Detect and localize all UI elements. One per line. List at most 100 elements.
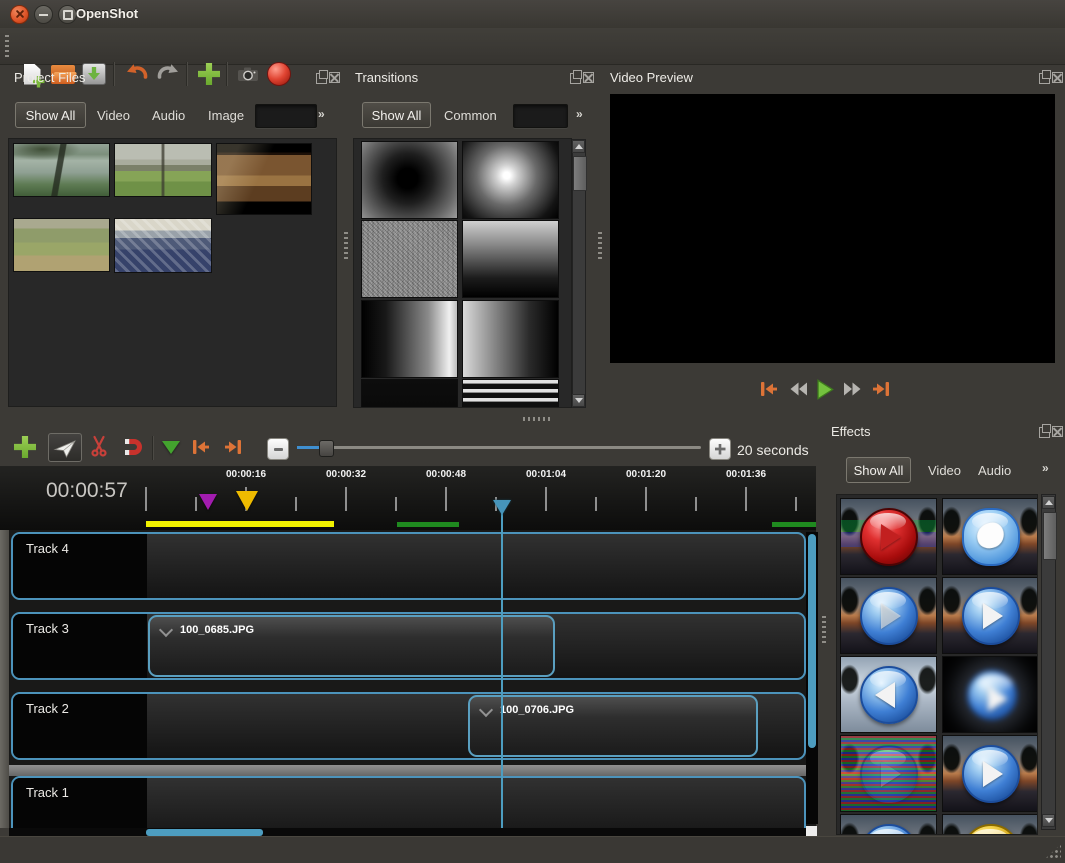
scroll-up-button[interactable]	[1042, 496, 1055, 509]
effect-blur[interactable]	[943, 657, 1038, 732]
chevron-down-icon[interactable]	[159, 623, 173, 637]
track-header[interactable]: Track 3	[13, 614, 147, 678]
scrollbar-thumb[interactable]	[573, 156, 587, 191]
project-file-thumbnail-sign-photo[interactable]	[217, 144, 311, 214]
effect-gold[interactable]	[943, 815, 1038, 835]
close-panel-icon[interactable]	[583, 72, 594, 83]
playhead-line[interactable]	[501, 500, 503, 828]
transition-wipe-right[interactable]	[362, 301, 457, 377]
timeline-hscrollbar[interactable]	[9, 828, 808, 836]
filter-show-all[interactable]: Show All	[362, 102, 431, 128]
jump-to-end-button[interactable]	[868, 376, 894, 402]
arrow-tool-button[interactable]	[48, 433, 82, 462]
close-button[interactable]	[10, 5, 29, 24]
filter-audio[interactable]: Audio	[152, 108, 185, 123]
filter-video[interactable]: Video	[928, 463, 961, 478]
timeline-left-gutter[interactable]	[0, 530, 9, 828]
track-header[interactable]: Track 2	[13, 694, 147, 758]
transition-wipe-bottom[interactable]	[362, 380, 457, 408]
filter-show-all[interactable]: Show All	[846, 457, 911, 483]
float-panel-icon[interactable]	[570, 73, 581, 84]
transition-circle-out[interactable]	[463, 142, 558, 218]
effect-play[interactable]	[943, 578, 1038, 653]
zoom-out-button[interactable]	[267, 438, 289, 460]
transition-wipe-left[interactable]	[463, 301, 558, 377]
minimize-button[interactable]	[34, 5, 53, 24]
scroll-down-button[interactable]	[572, 394, 585, 407]
toolbar-drag-handle[interactable]	[5, 35, 9, 57]
close-panel-icon[interactable]	[1052, 72, 1063, 83]
filter-image[interactable]: Image	[208, 108, 244, 123]
transition-circle-in[interactable]	[362, 142, 457, 218]
toolbar-separator	[186, 62, 187, 86]
snap-button[interactable]	[119, 434, 145, 460]
filter-common[interactable]: Common	[444, 108, 497, 123]
project-file-thumbnail-pond-video[interactable]	[14, 144, 109, 196]
filter-input[interactable]	[255, 104, 317, 128]
timeline-clip[interactable]: 100_0706.JPG	[468, 695, 758, 757]
track-header[interactable]: Track 1	[13, 778, 147, 828]
play-button[interactable]	[811, 376, 837, 402]
more-filters-button[interactable]: »	[576, 107, 583, 121]
effect-blue-top[interactable]	[841, 815, 936, 835]
close-panel-icon[interactable]	[1052, 426, 1063, 437]
fast-forward-button[interactable]	[840, 376, 866, 402]
effect-ghost[interactable]	[841, 578, 936, 653]
minus-icon	[274, 448, 283, 451]
filter-audio[interactable]: Audio	[978, 463, 1011, 478]
playhead-handle[interactable]	[493, 500, 511, 515]
float-panel-icon[interactable]	[1039, 427, 1050, 438]
jump-to-start-button[interactable]	[756, 376, 782, 402]
project-file-thumbnail-bed-photo[interactable]	[115, 219, 211, 272]
previous-marker-button[interactable]	[188, 434, 214, 460]
record-button[interactable]	[266, 61, 292, 87]
add-files-button[interactable]	[196, 61, 222, 87]
chevron-down-icon[interactable]	[479, 703, 493, 717]
timeline-zoom-slider[interactable]	[297, 446, 701, 449]
track-header[interactable]: Track 4	[13, 534, 147, 598]
transition-noise[interactable]	[362, 221, 457, 297]
add-track-button[interactable]	[12, 434, 38, 460]
project-file-thumbnail-grass-video[interactable]	[14, 219, 109, 271]
effect-old-film[interactable]	[841, 736, 936, 811]
splitter-handle[interactable]	[344, 232, 348, 260]
capture-button[interactable]	[235, 61, 261, 87]
effect-reverse[interactable]	[841, 657, 936, 732]
scrollbar-thumb[interactable]	[1043, 512, 1057, 560]
redo-button[interactable]	[155, 61, 181, 87]
effect-mask[interactable]	[943, 499, 1038, 574]
maximize-button[interactable]	[58, 5, 77, 24]
splitter-handle[interactable]	[598, 232, 602, 260]
plus-icon	[715, 444, 726, 455]
float-panel-icon[interactable]	[1039, 73, 1050, 84]
close-panel-icon[interactable]	[329, 72, 340, 83]
scroll-up-button[interactable]	[572, 140, 585, 153]
rewind-button[interactable]	[785, 376, 811, 402]
effect-fly-away[interactable]	[943, 736, 1038, 811]
transition-blinds[interactable]	[463, 380, 558, 408]
undo-button[interactable]	[124, 61, 150, 87]
project-file-thumbnail-field-video[interactable]	[115, 144, 211, 196]
float-panel-icon[interactable]	[316, 73, 327, 84]
razor-tool-button[interactable]	[86, 433, 112, 459]
add-marker-button[interactable]	[162, 441, 180, 454]
splitter-handle[interactable]	[523, 417, 551, 421]
timeline-marker[interactable]	[199, 494, 217, 510]
slider-handle[interactable]	[319, 440, 334, 457]
filter-video[interactable]: Video	[97, 108, 130, 123]
next-marker-button[interactable]	[220, 434, 246, 460]
scroll-down-button[interactable]	[1042, 814, 1055, 827]
splitter-handle[interactable]	[822, 616, 826, 644]
titlebar[interactable]: OpenShot	[0, 0, 1065, 29]
transition-wipe-top[interactable]	[463, 221, 558, 297]
timeline-marker[interactable]	[236, 491, 258, 511]
filter-input[interactable]	[513, 104, 568, 128]
timeline-hscrollbar-thumb[interactable]	[146, 829, 263, 836]
zoom-in-button[interactable]	[709, 438, 731, 460]
filter-show-all[interactable]: Show All	[15, 102, 86, 128]
timeline-vscrollbar-thumb[interactable]	[808, 534, 816, 748]
more-filters-button[interactable]: »	[318, 107, 325, 121]
effect-chroma-key[interactable]	[841, 499, 936, 574]
more-filters-button[interactable]: »	[1042, 461, 1049, 475]
timeline-clip[interactable]: 100_0685.JPG	[148, 615, 555, 677]
